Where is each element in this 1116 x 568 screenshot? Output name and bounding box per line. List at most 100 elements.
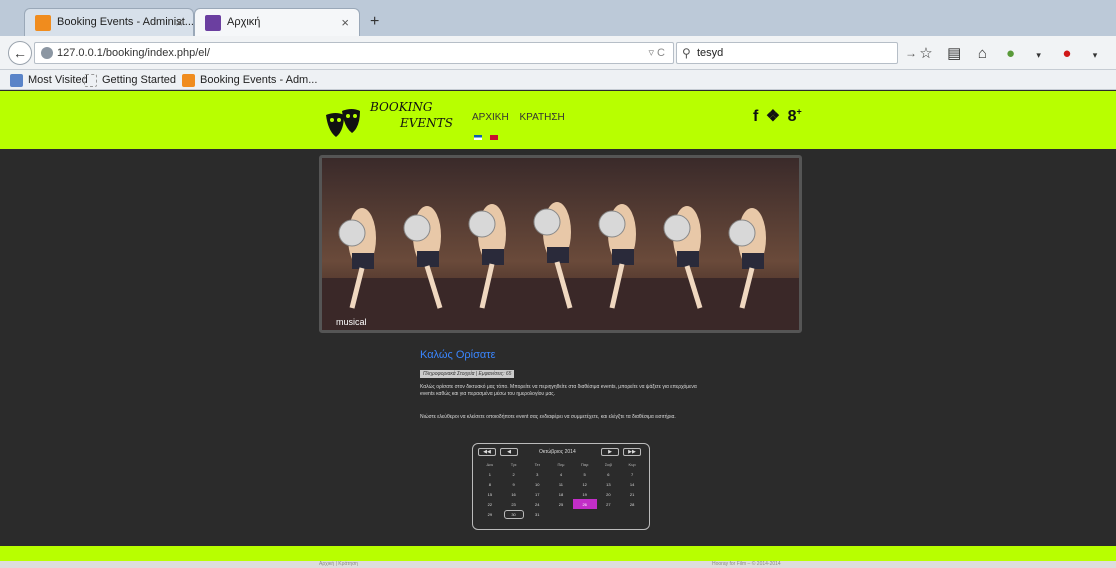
footer-links[interactable]: Αρχική | Κράτηση — [319, 561, 358, 567]
greek-flag-icon[interactable] — [474, 135, 482, 140]
page-title: Καλώς Ορίσατε — [420, 349, 496, 361]
calendar-day[interactable]: 28 — [620, 499, 644, 509]
twitter-icon[interactable]: ❖ — [766, 108, 780, 125]
calendar-month-label: Οκτώβριος 2014 — [539, 449, 576, 455]
bookmark-folder-icon — [10, 74, 23, 87]
calendar-day — [620, 509, 644, 519]
weekday-label: Τετ — [534, 461, 540, 467]
tab-booking-admin[interactable]: Booking Events - Administ... × — [24, 8, 194, 36]
bookmark-getting-started[interactable]: Getting Started — [84, 74, 176, 87]
home-icon[interactable]: ⌂ — [970, 45, 994, 62]
reading-list-icon[interactable]: ▤ — [942, 44, 966, 62]
article-info-bar: Πληροφοριακά Στοιχεία | Εμφανίσεις: 65 — [420, 370, 515, 378]
calendar-day[interactable]: 23 — [502, 499, 526, 509]
theatre-masks-icon[interactable] — [322, 107, 362, 141]
language-switcher — [474, 127, 502, 145]
footer-band — [0, 546, 1116, 561]
calendar-day[interactable]: 31 — [525, 509, 549, 519]
calendar-day[interactable]: 22 — [478, 499, 502, 509]
calendar-day — [573, 509, 597, 519]
tab-title: Αρχική — [227, 16, 261, 28]
slide-caption: musical — [336, 317, 367, 327]
calendar-day[interactable]: 27 — [597, 499, 621, 509]
calendar-grid: Δευ Τρι Τετ Πεμ Παρ Σαβ Κυρ 1 2 3 4 5 6 … — [478, 459, 644, 519]
calendar-day[interactable]: 18 — [549, 489, 573, 499]
next-month-button[interactable]: ▶ — [601, 448, 619, 456]
site-header: BOOKING EVENTS ΑΡΧΙΚΗ ΚΡΑΤΗΣΗ f ❖ 8+ — [0, 91, 1116, 149]
search-query: tesyd — [697, 47, 724, 59]
globe-icon — [41, 47, 53, 59]
calendar-day — [549, 509, 573, 519]
adblock-icon[interactable]: ● — [1055, 45, 1079, 62]
facebook-icon[interactable]: f — [753, 108, 758, 125]
calendar-day[interactable]: 5 — [573, 469, 597, 479]
site-footer: Αρχική | Κράτηση Hooray for Film – © 201… — [0, 561, 1116, 568]
calendar-day[interactable]: 11 — [549, 479, 573, 489]
bookmark-label: Getting Started — [102, 74, 176, 86]
bookmark-most-visited[interactable]: Most Visited — [10, 74, 88, 87]
calendar-day[interactable]: 9 — [502, 479, 526, 489]
site-favicon-icon — [205, 15, 221, 31]
prev-month-button[interactable]: ◀ — [500, 448, 518, 456]
prev-year-button[interactable]: ◀◀ — [478, 448, 496, 456]
calendar-day[interactable]: 10 — [525, 479, 549, 489]
calendar-day[interactable]: 1 — [478, 469, 502, 479]
calendar-day[interactable]: 3 — [525, 469, 549, 479]
calendar-day[interactable]: 12 — [573, 479, 597, 489]
calendar-day[interactable]: 20 — [597, 489, 621, 499]
search-input[interactable]: ⚲ tesyd → — [676, 42, 917, 64]
event-calendar: ◀◀ ◀ Οκτώβριος 2014 ▶ ▶▶ Δευ Τρι Τετ Πεμ… — [472, 443, 650, 530]
search-icon: ⚲ — [682, 46, 691, 60]
weekday-label: Πεμ — [557, 461, 565, 467]
back-button[interactable]: ← — [8, 41, 32, 65]
uk-flag-icon[interactable] — [490, 135, 499, 140]
logo-text-events[interactable]: EVENTS — [400, 116, 453, 130]
bookmark-label: Most Visited — [28, 74, 88, 86]
bookmark-star-icon[interactable]: ☆ — [914, 44, 938, 62]
browser-navbar: ← 127.0.0.1/booking/index.php/el/ ▿ C ⚲ … — [0, 36, 1116, 70]
dropdown-icon[interactable]: ▾ — [1083, 50, 1107, 61]
calendar-day[interactable]: 19 — [573, 489, 597, 499]
calendar-day[interactable]: 15 — [478, 489, 502, 499]
menu-item-home[interactable]: ΑΡΧΙΚΗ — [472, 112, 509, 123]
weekday-label: Τρι — [510, 461, 517, 467]
calendar-day[interactable]: 14 — [620, 479, 644, 489]
dropdown-icon[interactable]: ▾ — [1027, 50, 1051, 61]
calendar-day[interactable]: 25 — [549, 499, 573, 509]
extension-icon[interactable]: ● — [1111, 45, 1116, 62]
calendar-day[interactable]: 29 — [478, 509, 502, 519]
calendar-day[interactable]: 7 — [620, 469, 644, 479]
image-slider[interactable]: musical — [319, 155, 802, 333]
menu-item-booking[interactable]: ΚΡΑΤΗΣΗ — [519, 112, 564, 123]
new-tab-button[interactable]: + — [370, 13, 379, 31]
weekday-label: Δευ — [486, 461, 494, 467]
calendar-day[interactable]: 16 — [502, 489, 526, 499]
calendar-day[interactable]: 2 — [502, 469, 526, 479]
bookmarks-bar: Most Visited Getting Started Booking Eve… — [0, 70, 1116, 90]
bookmark-label: Booking Events - Adm... — [200, 74, 318, 86]
calendar-day[interactable]: 13 — [597, 479, 621, 489]
tab-home[interactable]: Αρχική × — [194, 8, 360, 36]
calendar-day — [597, 509, 621, 519]
bookmark-booking-admin[interactable]: Booking Events - Adm... — [182, 74, 318, 87]
url-text: 127.0.0.1/booking/index.php/el/ — [57, 47, 210, 59]
close-tab-icon[interactable]: × — [341, 15, 349, 30]
addon-icon[interactable]: ● — [999, 45, 1023, 62]
weekday-label: Παρ — [580, 461, 589, 467]
calendar-day[interactable]: 4 — [549, 469, 573, 479]
calendar-day-today[interactable]: 30 — [502, 509, 526, 519]
google-plus-icon[interactable]: 8+ — [788, 107, 802, 125]
logo-text-booking[interactable]: BOOKING — [370, 100, 433, 114]
weekday-label: Κυρ — [628, 461, 636, 467]
social-links: f ❖ 8+ — [753, 106, 805, 126]
close-tab-icon[interactable]: × — [175, 15, 183, 30]
calendar-day[interactable]: 24 — [525, 499, 549, 509]
calendar-day[interactable]: 6 — [597, 469, 621, 479]
calendar-day-event[interactable]: 26 — [572, 499, 597, 509]
calendar-day[interactable]: 21 — [620, 489, 644, 499]
next-year-button[interactable]: ▶▶ — [623, 448, 641, 456]
calendar-day[interactable]: 17 — [525, 489, 549, 499]
reload-icon[interactable]: ▿ C — [648, 46, 665, 59]
calendar-day[interactable]: 8 — [478, 479, 502, 489]
address-bar[interactable]: 127.0.0.1/booking/index.php/el/ ▿ C — [34, 42, 674, 64]
